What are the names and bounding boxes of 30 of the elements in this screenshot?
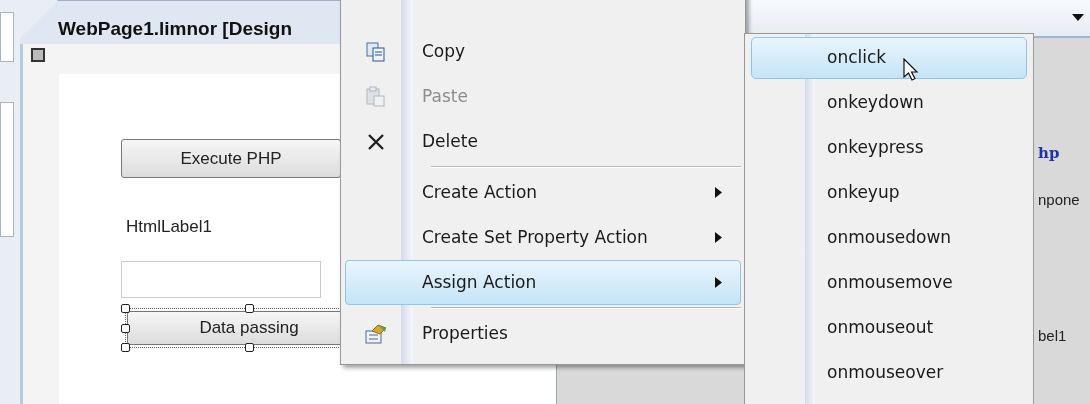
window-icon — [31, 48, 45, 62]
submenu-item[interactable]: onclick — [751, 37, 1027, 79]
panel-text: npone — [1038, 189, 1081, 210]
submenu-item[interactable]: onkeypress — [751, 127, 1027, 169]
submenu-item[interactable]: onmousedown — [751, 217, 1027, 259]
mouse-pointer-icon — [903, 58, 919, 82]
menu-item[interactable]: Delete — [345, 119, 741, 164]
copy-icon — [365, 40, 387, 63]
submenu-item[interactable]: onmouseover — [751, 352, 1027, 394]
properties-icon — [364, 322, 388, 345]
submenu-arrow-icon — [715, 232, 722, 243]
resize-handle[interactable] — [245, 303, 254, 313]
execute-php-button[interactable]: Execute PHP — [121, 139, 341, 178]
menu-item[interactable]: Create Set Property Action — [345, 215, 741, 260]
dropdown-arrow-icon[interactable] — [1072, 14, 1084, 22]
menu-item[interactable]: Create Action — [345, 170, 741, 215]
text-input-field[interactable] — [121, 260, 321, 298]
delete-icon — [366, 131, 386, 152]
submenu-item[interactable]: onmousemove — [751, 262, 1027, 304]
clipboard-icon — [365, 85, 387, 108]
html-label: HtmlLabel1 — [126, 216, 212, 238]
menu-item[interactable]: Assign Action — [345, 260, 741, 305]
submenu-item[interactable]: onkeyup — [751, 172, 1027, 214]
submenu-arrow-icon — [715, 187, 722, 198]
resize-handle[interactable] — [245, 342, 254, 352]
submenu-arrow-icon — [715, 277, 722, 288]
submenu-item[interactable]: onmouseout — [751, 307, 1027, 349]
panel-text: hp — [1038, 143, 1061, 164]
submenu-item[interactable]: onkeydown — [751, 82, 1027, 124]
panel-text: bel1 — [1038, 326, 1068, 346]
